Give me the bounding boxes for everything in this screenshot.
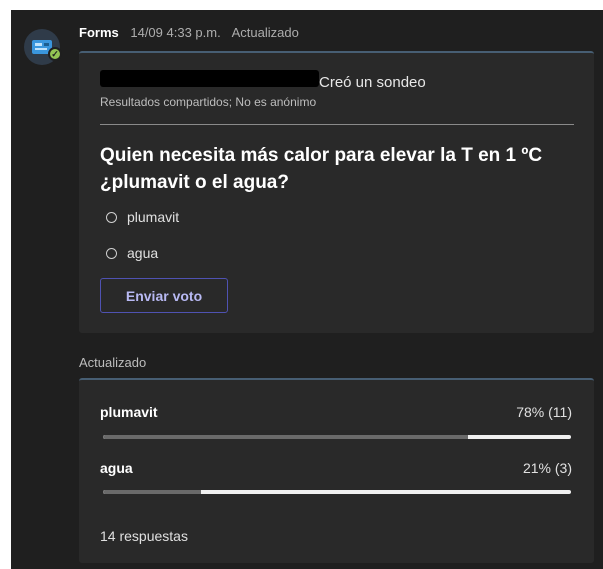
result-value-plumavit: 78% (11) xyxy=(516,404,572,420)
poll-settings-text: Resultados compartidos; No es anónimo xyxy=(100,95,317,109)
radio-button[interactable] xyxy=(106,247,117,259)
redacted-creator-name xyxy=(100,70,319,87)
check-icon: ✓ xyxy=(48,47,62,61)
submit-vote-button[interactable]: Enviar voto xyxy=(100,278,228,313)
divider xyxy=(100,124,574,125)
poll-creator-action: Creó un sondeo xyxy=(319,74,426,91)
poll-option-agua[interactable]: agua xyxy=(106,244,158,262)
edited-status: Actualizado xyxy=(231,25,299,40)
option-label: agua xyxy=(127,245,159,261)
sender-name[interactable]: Forms xyxy=(79,25,119,40)
result-bar-agua xyxy=(103,490,571,494)
result-bar-fill xyxy=(103,435,469,439)
option-label: plumavit xyxy=(127,209,180,225)
results-card: plumavit 78% (11) agua 21% (3) 14 respue… xyxy=(79,378,594,563)
poll-question: Quien necesita más calor para elevar la … xyxy=(100,145,543,193)
result-bar-plumavit xyxy=(103,435,571,439)
result-label-plumavit: plumavit xyxy=(100,404,158,420)
poll-card: Creó un sondeo Resultados compartidos; N… xyxy=(79,51,594,333)
radio-button[interactable] xyxy=(106,211,117,223)
result-bar-fill xyxy=(103,490,202,494)
message-header: Forms 14/09 4:33 p.m. Actualizado xyxy=(79,25,299,40)
results-section-label: Actualizado xyxy=(79,355,147,370)
result-value-agua: 21% (3) xyxy=(522,460,572,476)
message-timestamp: 14/09 4:33 p.m. xyxy=(130,25,221,40)
result-label-agua: agua xyxy=(100,460,133,476)
poll-option-plumavit[interactable]: plumavit xyxy=(106,208,179,226)
response-count: 14 respuestas xyxy=(100,528,188,544)
